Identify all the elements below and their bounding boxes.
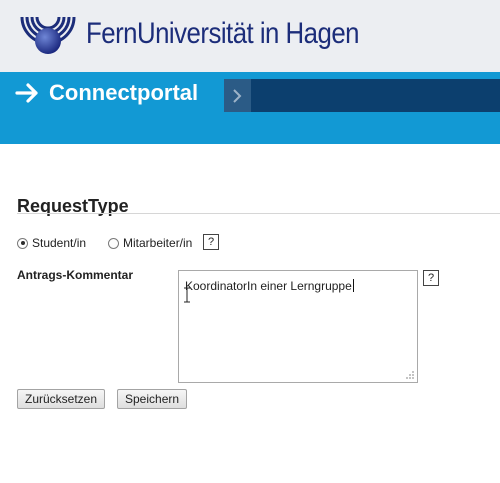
portal-title: Connectportal	[49, 80, 199, 105]
chevron-right-icon	[233, 89, 242, 103]
comment-textarea[interactable]: KoordinatorIn einer Lerngruppe	[178, 270, 418, 383]
radio-option-student[interactable]: Student/in	[17, 236, 86, 250]
university-name: FernUniversität in Hagen	[86, 17, 359, 50]
radio-label: Student/in	[32, 236, 87, 250]
radio-button[interactable]	[17, 237, 28, 249]
request-type-help-button[interactable]: ?	[203, 234, 219, 250]
right-arrow-icon	[15, 83, 38, 103]
radio-option-mitarbeiter[interactable]: Mitarbeiter/in	[108, 236, 192, 250]
portal-nav-bar	[224, 79, 500, 112]
comment-text: KoordinatorIn einer Lerngruppe	[185, 279, 352, 293]
comment-help-button[interactable]: ?	[423, 270, 439, 286]
radio-label: Mitarbeiter/in	[123, 236, 193, 250]
save-button[interactable]: Speichern	[117, 389, 188, 409]
university-header: FernUniversität in Hagen	[0, 0, 500, 72]
nav-chevron-button[interactable]	[224, 79, 251, 112]
reset-button[interactable]: Zurücksetzen	[17, 389, 106, 409]
section-divider	[17, 213, 500, 214]
radio-button[interactable]	[108, 237, 119, 249]
text-cursor-icon	[184, 287, 190, 303]
resize-grip-icon[interactable]	[406, 371, 415, 380]
fernuni-logo-icon	[20, 16, 76, 54]
comment-label: Antrags-Kommentar	[17, 268, 134, 282]
text-caret	[352, 279, 354, 292]
